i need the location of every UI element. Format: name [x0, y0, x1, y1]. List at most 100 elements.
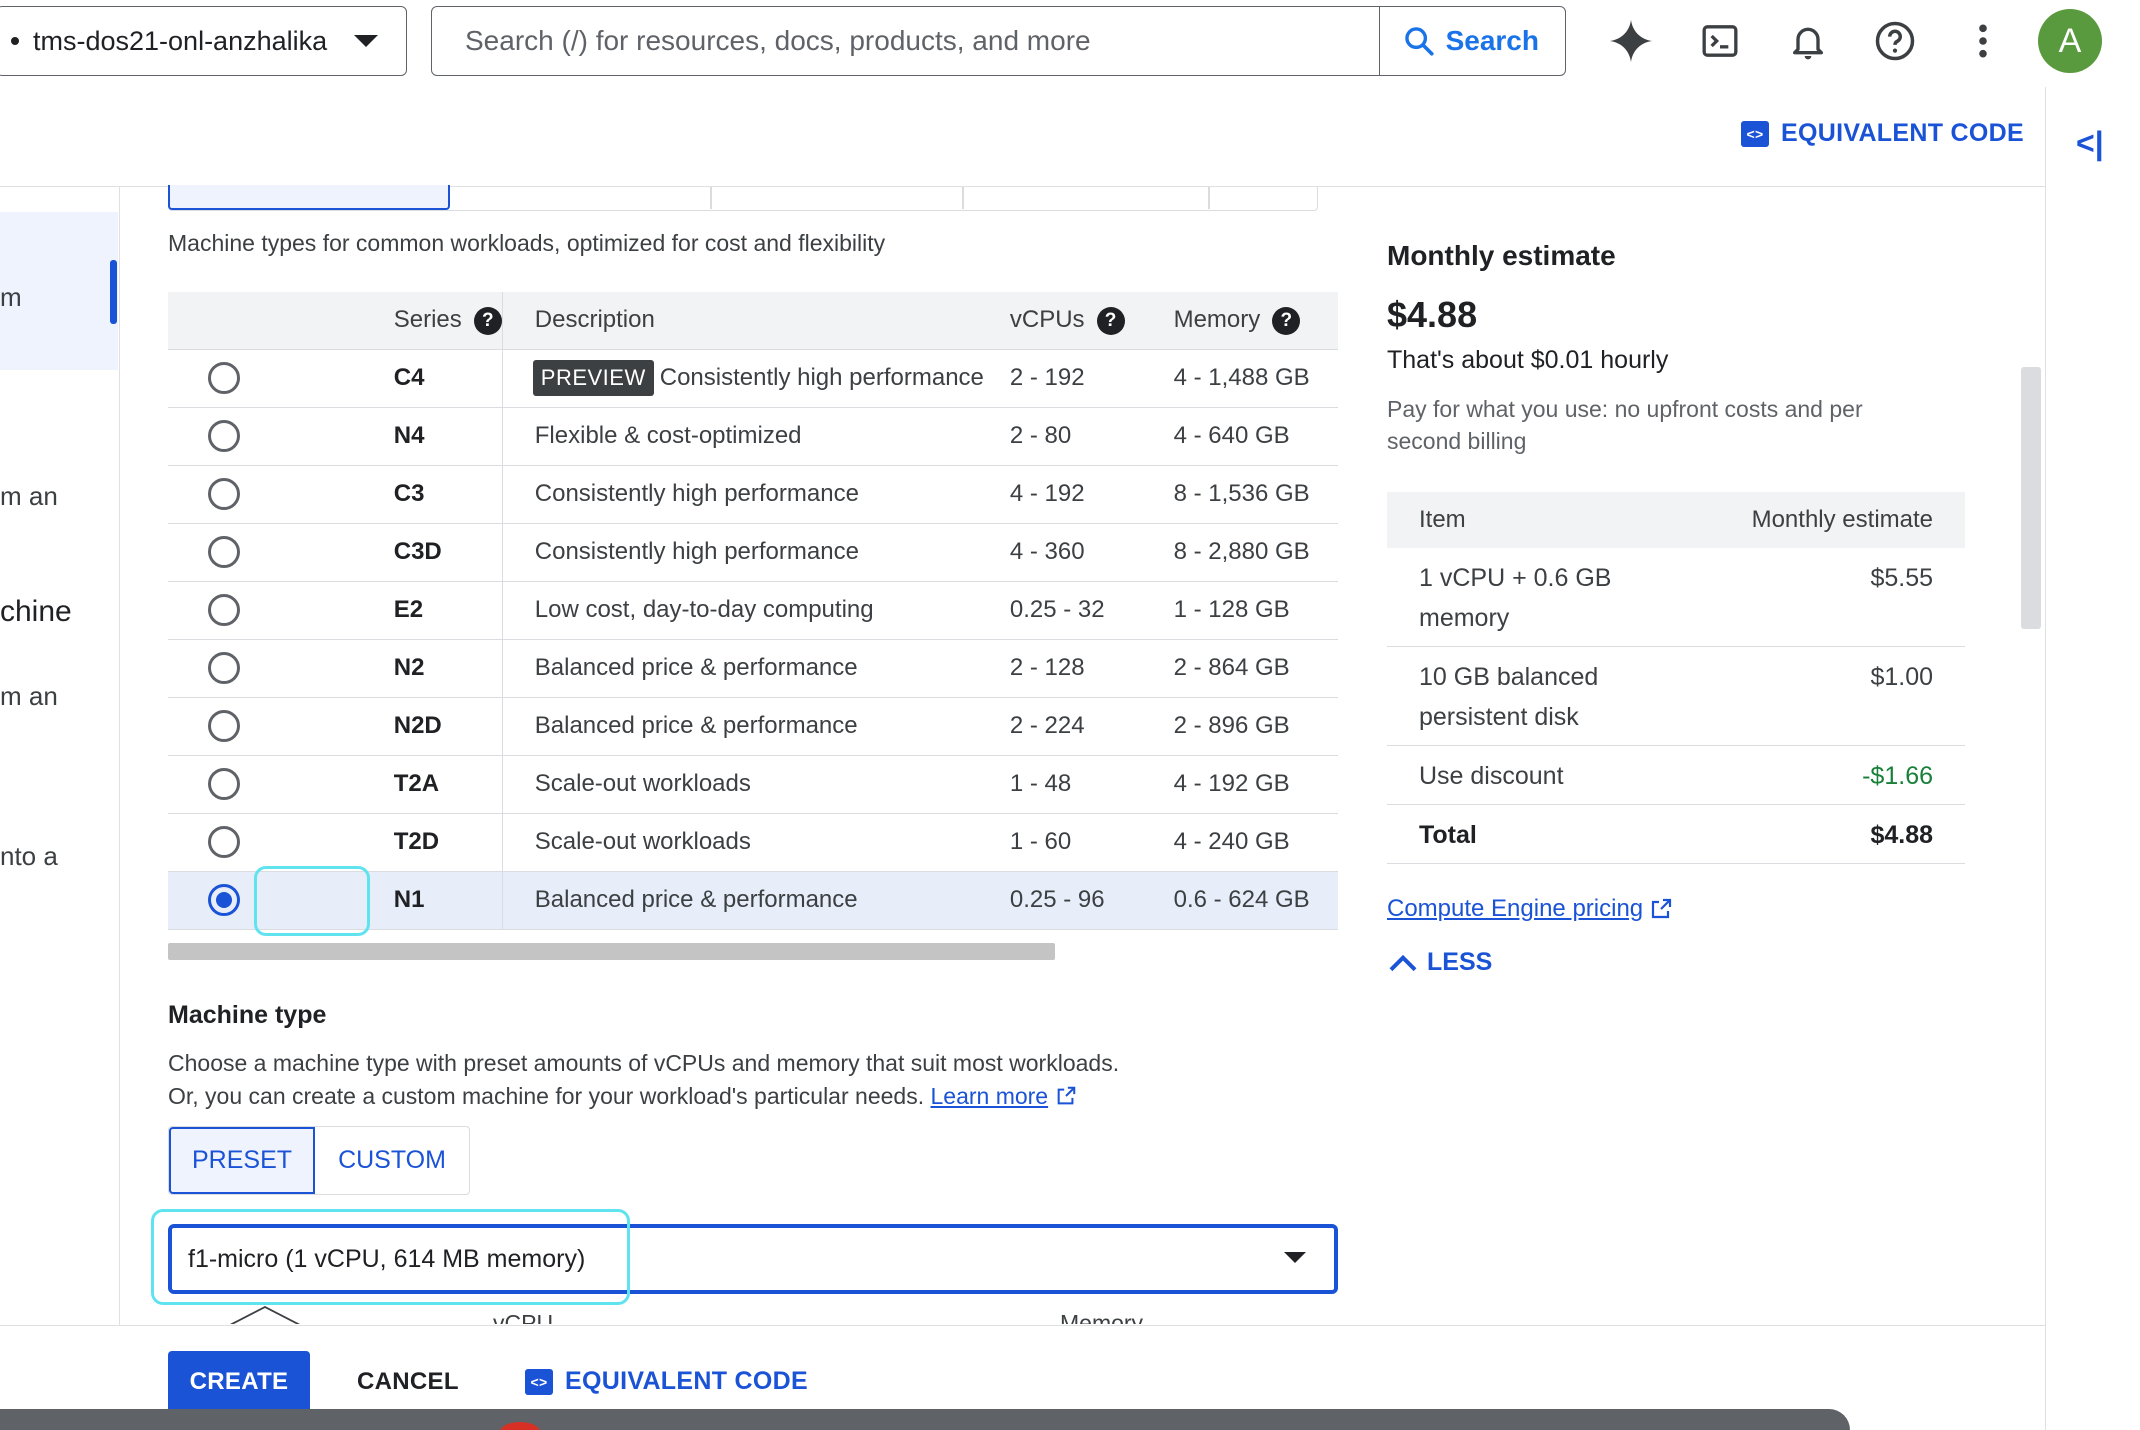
estimate-value: $5.55	[1687, 548, 1965, 647]
help-icon[interactable]: ?	[1272, 306, 1301, 335]
table-row[interactable]: C3D Consistently high performance 4 - 36…	[168, 523, 1338, 582]
series-name: C3D	[265, 523, 503, 582]
cancel-button[interactable]: CANCEL	[357, 1368, 459, 1396]
external-link-icon	[1652, 898, 1672, 919]
series-name: C4	[265, 349, 503, 408]
nav-fragment[interactable]: chine	[0, 595, 72, 629]
project-picker[interactable]: tms-dos21-onl-anzhalika	[0, 6, 407, 76]
radio-button[interactable]	[208, 362, 240, 394]
series-memory: 4 - 192 GB	[1173, 755, 1338, 814]
series-desc: Consistently high performance	[502, 523, 1010, 582]
create-button[interactable]: CREATE	[168, 1351, 310, 1413]
series-memory: 2 - 896 GB	[1173, 697, 1338, 756]
cut-memory-label: Memory	[1060, 1310, 1144, 1324]
equivalent-code-label: EQUIVALENT CODE	[565, 1367, 808, 1395]
estimate-price: $4.88	[1387, 294, 1478, 335]
radio-button[interactable]	[208, 420, 240, 452]
table-row[interactable]: N4 Flexible & cost-optimized 2 - 80 4 - …	[168, 407, 1338, 466]
radio-button[interactable]	[208, 768, 240, 800]
monthly-estimate-panel: Monthly estimate $4.88 That's about $0.0…	[1387, 240, 1967, 457]
table-row[interactable]: C3 Consistently high performance 4 - 192…	[168, 465, 1338, 524]
less-button[interactable]: LESS	[1387, 948, 1492, 977]
series-vcpus: 0.25 - 96	[1009, 871, 1174, 930]
help-icon[interactable]	[1872, 18, 1918, 64]
nav-fragment[interactable]: m an	[0, 681, 58, 712]
series-memory: 8 - 1,536 GB	[1173, 465, 1338, 524]
series-vcpus: 0.25 - 32	[1009, 581, 1174, 640]
machine-family-tabs	[168, 185, 1318, 211]
search-bar[interactable]: Search (/) for resources, docs, products…	[431, 6, 1566, 76]
estimate-pay-note: Pay for what you use: no upfront costs a…	[1387, 396, 1863, 454]
series-name: N4	[265, 407, 503, 466]
series-desc: Balanced price & performance	[502, 697, 1010, 756]
machine-type-description: Choose a machine type with preset amount…	[168, 1050, 1120, 1109]
equivalent-code-button[interactable]: <> EQUIVALENT CODE	[525, 1367, 808, 1396]
series-desc: Balanced price & performance	[502, 639, 1010, 698]
horizontal-scrollbar[interactable]	[168, 943, 1055, 960]
compute-engine-pricing-link[interactable]: Compute Engine pricing	[1387, 895, 1673, 923]
equivalent-code-button[interactable]: <> EQUIVALENT CODE	[1741, 119, 2024, 148]
radio-button[interactable]	[208, 826, 240, 858]
notifications-bell-icon[interactable]	[1785, 18, 1831, 64]
collapse-panel-icon[interactable]: <|	[2076, 125, 2104, 162]
table-row-total: Total $4.88	[1387, 804, 1965, 864]
external-link-icon	[1057, 1086, 1075, 1105]
help-icon[interactable]: ?	[1096, 306, 1125, 335]
series-table-header: Series? Description vCPUs? Memory?	[168, 292, 1338, 350]
avatar[interactable]: A	[2038, 9, 2102, 73]
cut-vcpu-label: vCPU	[493, 1310, 554, 1324]
series-vcpus: 2 - 224	[1009, 697, 1174, 756]
estimate-value: $1.00	[1687, 646, 1965, 746]
estimate-table: Item Monthly estimate 1 vCPU + 0.6 GB me…	[1387, 492, 1965, 864]
highlight-annotation	[254, 866, 370, 936]
table-row[interactable]: T2A Scale-out workloads 1 - 48 4 - 192 G…	[168, 755, 1338, 814]
vertical-scrollbar[interactable]	[2021, 367, 2041, 629]
series-vcpus: 2 - 128	[1009, 639, 1174, 698]
top-bar: tms-dos21-onl-anzhalika Search (/) for r…	[0, 0, 2140, 87]
estimate-item: Use discount	[1387, 745, 1687, 805]
chevron-down-icon	[1284, 1252, 1306, 1263]
nav-fragment[interactable]: nto a	[0, 841, 58, 872]
cloud-shell-icon[interactable]	[1697, 18, 1743, 64]
series-table: Series? Description vCPUs? Memory? C4 PR…	[168, 292, 1338, 930]
radio-button[interactable]	[208, 710, 240, 742]
radio-button-selected[interactable]	[208, 884, 240, 916]
custom-button[interactable]: CUSTOM	[315, 1127, 469, 1194]
series-name: T2D	[265, 813, 503, 872]
nav-fragment[interactable]: m an	[0, 481, 58, 512]
radio-button[interactable]	[208, 478, 240, 510]
table-row[interactable]: E2 Low cost, day-to-day computing 0.25 -…	[168, 581, 1338, 640]
series-vcpus: 1 - 48	[1009, 755, 1174, 814]
radio-button[interactable]	[208, 652, 240, 684]
series-vcpus: 4 - 192	[1009, 465, 1174, 524]
learn-more-link[interactable]: Learn more	[930, 1083, 1048, 1109]
radio-button[interactable]	[208, 536, 240, 568]
estimate-item: 1 vCPU + 0.6 GB memory	[1387, 548, 1687, 647]
series-memory: 4 - 640 GB	[1173, 407, 1338, 466]
chevron-up-icon	[230, 1306, 300, 1325]
nav-fragment[interactable]: m	[0, 282, 22, 313]
search-input[interactable]: Search (/) for resources, docs, products…	[432, 25, 1379, 57]
series-vcpus: 2 - 80	[1009, 407, 1174, 466]
series-vcpus: 4 - 360	[1009, 523, 1174, 582]
table-row[interactable]: C4 PREVIEW Consistently high performance …	[168, 349, 1338, 408]
series-memory: 2 - 864 GB	[1173, 639, 1338, 698]
os-dock	[0, 1409, 1850, 1430]
machine-type-title: Machine type	[168, 1001, 327, 1029]
gemini-sparkle-icon[interactable]	[1608, 18, 1654, 64]
search-button[interactable]: Search	[1378, 7, 1565, 75]
more-vert-icon[interactable]	[1960, 18, 2006, 64]
radio-button[interactable]	[208, 594, 240, 626]
nav-active-indicator	[110, 260, 117, 324]
tab-general-purpose[interactable]	[168, 185, 450, 210]
estimate-item: 10 GB balanced persistent disk	[1387, 646, 1687, 746]
table-row[interactable]: N2 Balanced price & performance 2 - 128 …	[168, 639, 1338, 698]
help-icon[interactable]: ?	[473, 306, 502, 335]
table-row[interactable]: N2D Balanced price & performance 2 - 224…	[168, 697, 1338, 756]
preset-button[interactable]: PRESET	[169, 1127, 315, 1194]
series-name: E2	[265, 581, 503, 640]
series-name: N2	[265, 639, 503, 698]
series-vcpus: 1 - 60	[1009, 813, 1174, 872]
table-row[interactable]: T2D Scale-out workloads 1 - 60 4 - 240 G…	[168, 813, 1338, 872]
series-desc: Consistently high performance	[502, 465, 1010, 524]
